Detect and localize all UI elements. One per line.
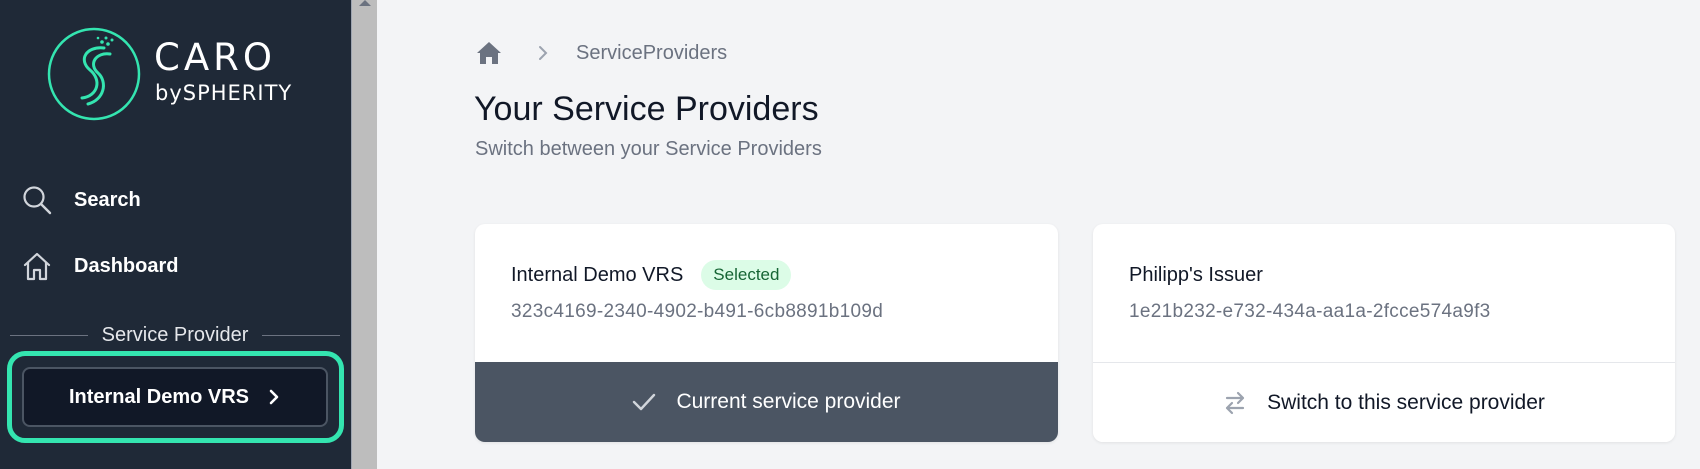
provider-id: 323c4169-2340-4902-b491-6cb8891b109d [511,301,884,322]
action-label: Switch to this service provider [1267,390,1545,414]
provider-name: Philipp's Issuer [1129,263,1263,286]
sidebar: CARO bySPHERITY Search Dashboard Service… [0,0,351,469]
provider-name: Internal Demo VRS [511,263,684,286]
brand-byline: bySPHERITY [155,81,293,105]
sidebar-item-label: Search [74,188,141,211]
provider-card: Philipp's Issuer 1e21b232-e732-434a-aa1a… [1093,224,1675,442]
page-subtitle: Switch between your Service Providers [475,138,822,160]
brand-name: CARO [154,36,276,79]
chevron-right-icon [538,45,548,61]
provider-name-row: Internal Demo VRS Selected [511,259,1038,291]
provider-card: Internal Demo VRS Selected 323c4169-2340… [475,224,1058,442]
action-label: Current service provider [676,390,901,413]
search-icon [20,183,54,217]
scroll-up-icon[interactable] [359,0,371,6]
current-provider-label: Internal Demo VRS [68,385,250,408]
home-icon [20,249,54,283]
brand-logo[interactable]: CARO bySPHERITY [46,26,306,122]
switch-provider-button[interactable]: Switch to this service provider [1093,362,1675,442]
section-title: Service Provider [101,323,249,346]
provider-id: 1e21b232-e732-434a-aa1a-2fcce574a9f3 [1129,301,1491,322]
current-provider-button[interactable]: Internal Demo VRS [22,367,328,427]
home-icon[interactable] [476,40,502,66]
status-badge: Selected [701,260,792,290]
divider [10,334,88,336]
provider-name-row: Philipp's Issuer [1129,259,1655,291]
breadcrumb-current[interactable]: ServiceProviders [576,42,727,65]
provider-card-body: Philipp's Issuer 1e21b232-e732-434a-aa1a… [1129,259,1655,323]
check-icon [632,392,656,412]
sidebar-scrollbar[interactable] [351,0,377,469]
chevron-right-icon [267,388,281,406]
page-title: Your Service Providers [474,90,819,128]
sidebar-item-dashboard[interactable]: Dashboard [20,246,320,286]
switch-arrows-icon [1223,390,1247,416]
current-provider-indicator: Current service provider [475,362,1058,442]
spherity-logo-icon [47,27,141,121]
breadcrumb: ServiceProviders [476,38,727,68]
sidebar-item-search[interactable]: Search [20,180,320,220]
sidebar-item-label: Dashboard [74,254,179,277]
provider-card-body: Internal Demo VRS Selected 323c4169-2340… [511,259,1038,323]
divider [262,334,340,336]
service-provider-section-header: Service Provider [10,322,340,348]
